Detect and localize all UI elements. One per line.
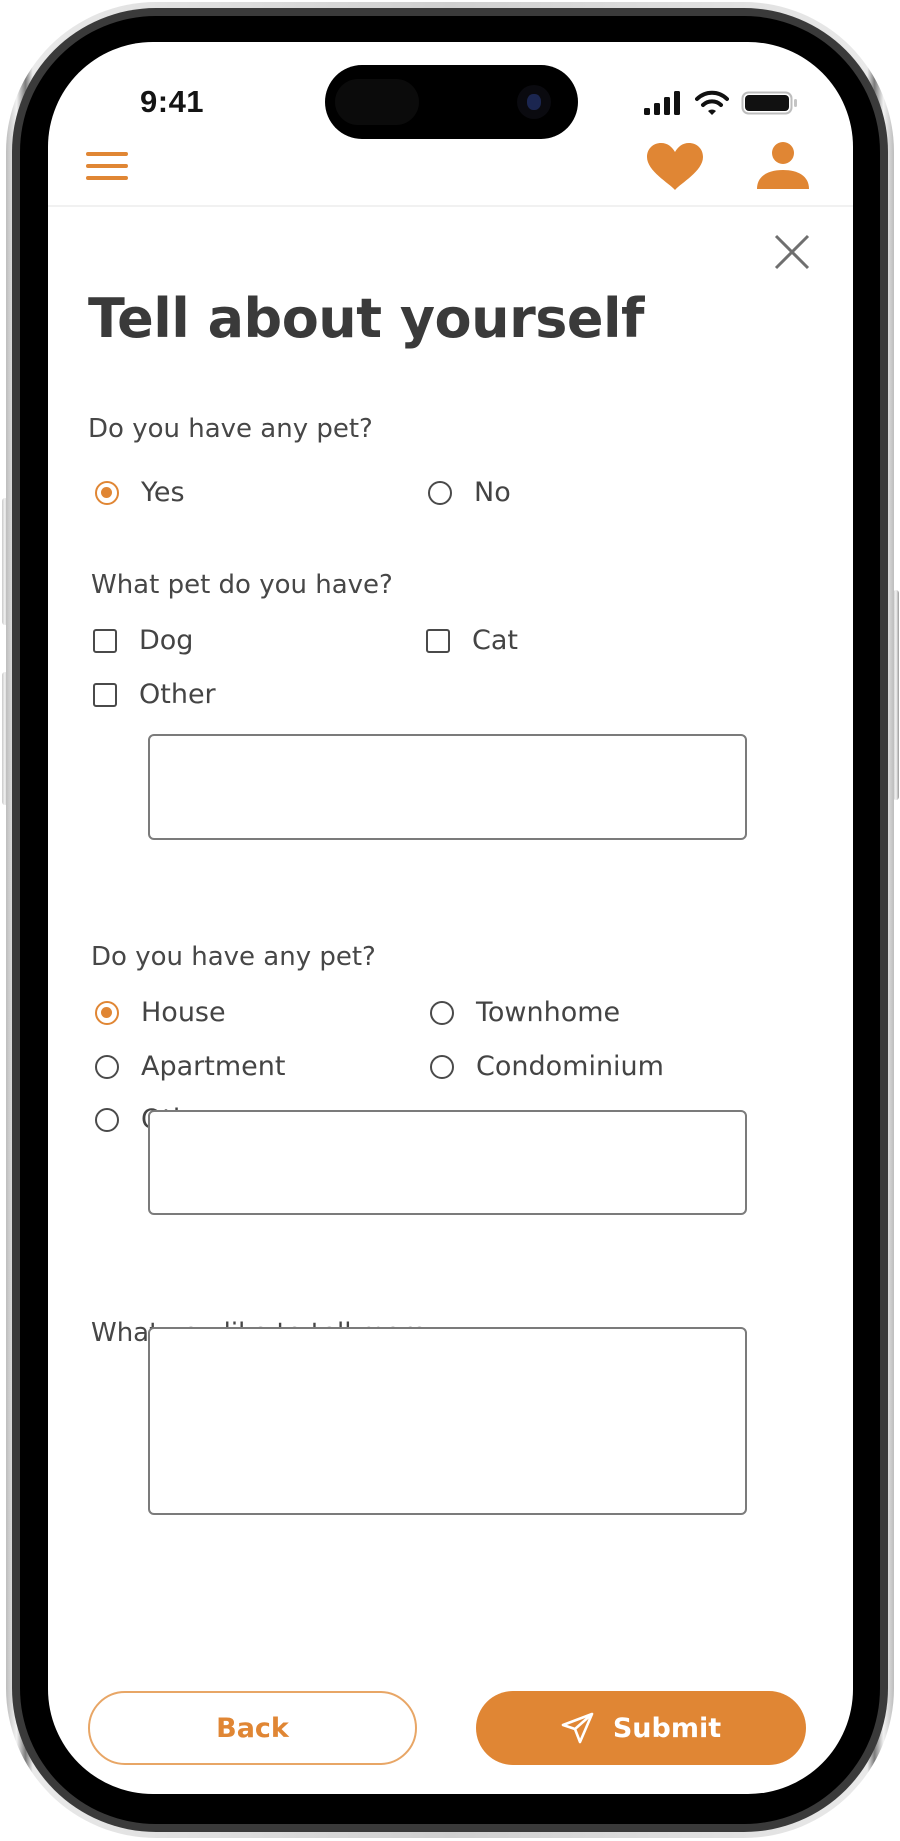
home-other-input[interactable] (148, 1110, 747, 1215)
option-label: Apartment (141, 1051, 286, 1082)
radio-unchecked-icon[interactable] (95, 1054, 119, 1079)
person-icon[interactable] (756, 142, 810, 190)
send-icon (561, 1712, 594, 1744)
radio-unchecked-icon[interactable] (428, 480, 452, 505)
wifi-icon (695, 90, 729, 115)
option-label: Condominium (476, 1051, 664, 1082)
option-label: No (474, 477, 511, 508)
option-label: Cat (472, 625, 518, 656)
checkbox-icon[interactable] (426, 628, 450, 653)
radio-unchecked-icon[interactable] (95, 1107, 119, 1132)
tell-more-textarea[interactable] (148, 1327, 747, 1515)
status-icons (643, 86, 799, 116)
page-title: Tell about yourself (88, 287, 645, 350)
radio-option-apartment[interactable]: Apartment (95, 1051, 285, 1082)
option-label: Yes (141, 477, 185, 508)
question-pet-type-label: What pet do you have? (91, 570, 393, 600)
checkbox-icon[interactable] (93, 628, 117, 653)
option-label: Dog (139, 625, 194, 656)
pet-other-input[interactable] (148, 734, 747, 840)
radio-option-yes[interactable]: Yes (95, 477, 185, 508)
close-icon[interactable] (772, 232, 812, 272)
radio-unchecked-icon[interactable] (430, 1054, 454, 1079)
checkbox-option-other[interactable]: Other (93, 679, 216, 710)
battery-icon (741, 91, 797, 115)
status-time: 9:41 (140, 84, 205, 119)
cellular-signal-icon (644, 91, 680, 115)
island-sensor (335, 79, 419, 125)
submit-button-label: Submit (612, 1712, 722, 1744)
submit-button[interactable]: Submit (476, 1691, 806, 1765)
radio-option-house[interactable]: House (95, 997, 226, 1028)
question-home-type-label: Do you have any pet? (91, 942, 376, 972)
radio-option-townhome[interactable]: Townhome (430, 997, 620, 1028)
back-button-label: Back (216, 1712, 289, 1744)
radio-checked-icon[interactable] (95, 1000, 119, 1025)
radio-option-no[interactable]: No (428, 477, 511, 508)
checkbox-option-dog[interactable]: Dog (93, 625, 193, 656)
radio-unchecked-icon[interactable] (430, 1000, 454, 1025)
option-label: Townhome (476, 997, 621, 1028)
dynamic-island (325, 65, 578, 139)
app-header (48, 142, 853, 204)
phone-screen: 9:41 Tell about yourself Do you have any… (48, 42, 853, 1794)
back-button[interactable]: Back (88, 1691, 417, 1765)
option-label: House (141, 997, 226, 1028)
front-camera-icon (517, 85, 551, 119)
header-divider (48, 205, 853, 207)
option-label: Other (139, 679, 216, 710)
radio-option-condominium[interactable]: Condominium (430, 1051, 664, 1082)
radio-checked-icon[interactable] (95, 480, 119, 505)
hamburger-menu-icon[interactable] (86, 152, 128, 182)
heart-icon[interactable] (644, 142, 706, 192)
checkbox-option-cat[interactable]: Cat (426, 625, 518, 656)
question-has-pet-label: Do you have any pet? (88, 414, 373, 444)
checkbox-icon[interactable] (93, 682, 117, 707)
